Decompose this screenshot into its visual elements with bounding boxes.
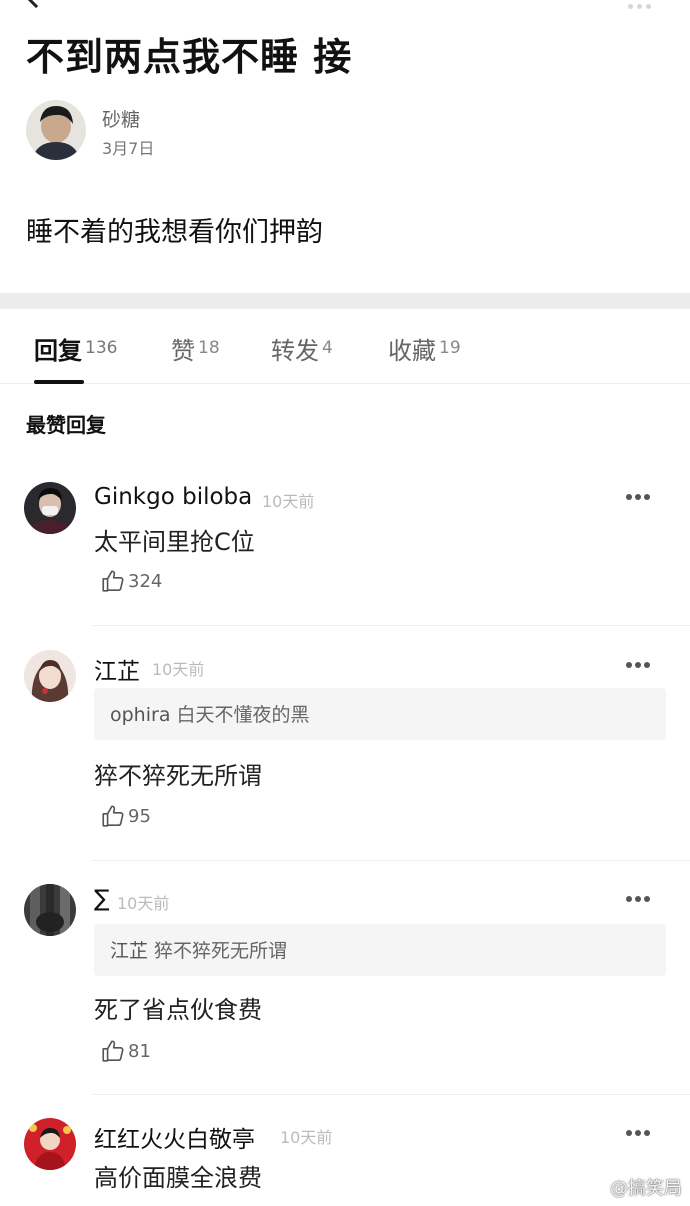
author-avatar[interactable] (26, 100, 86, 160)
post-body: 睡不着的我想看你们押韵 (26, 217, 323, 248)
comment-timestamp: 10天前 (262, 492, 315, 511)
like-button[interactable]: 95 (100, 803, 151, 831)
interaction-tabs: 回复 136 赞 18 转发 4 收藏 19 (0, 309, 690, 384)
tab-count: 19 (439, 337, 461, 358)
quoted-user: ophira (110, 704, 171, 726)
quoted-reply[interactable]: ophira 白天不懂夜的黑 (94, 688, 666, 740)
tab-label: 转发 (271, 337, 319, 365)
commenter-name[interactable]: Ginkgo biloba (94, 484, 252, 510)
like-count: 81 (128, 1040, 151, 1062)
tab-label: 赞 (171, 337, 195, 365)
post-date: 3月7日 (102, 139, 155, 158)
like-count: 95 (128, 805, 151, 827)
section-divider (0, 293, 690, 309)
commenter-avatar[interactable] (24, 482, 76, 534)
tab-count: 18 (198, 337, 220, 358)
comment-item: 江芷 10天前 ophira 白天不懂夜的黑 猝不猝死无所谓 95 (0, 638, 690, 860)
more-options-icon[interactable] (626, 494, 654, 502)
commenter-avatar[interactable] (24, 650, 76, 702)
comment-text: 猝不猝死无所谓 (94, 762, 262, 790)
tab-count: 4 (322, 337, 333, 358)
quoted-text: 猝不猝死无所谓 (154, 940, 288, 962)
comment-item: ∑ 10天前 江芷 猝不猝死无所谓 死了省点伙食费 81 (0, 872, 690, 1094)
watermark: @搞笑局 (610, 1178, 682, 1199)
thumbs-up-icon (102, 805, 124, 827)
comment-timestamp: 10天前 (152, 660, 205, 679)
tab-count: 136 (85, 337, 118, 358)
tab-replies[interactable]: 回复 136 (34, 331, 117, 383)
back-chevron-icon[interactable] (21, 0, 51, 9)
like-button[interactable]: 81 (100, 1038, 151, 1066)
comment-text: 高价面膜全浪费 (94, 1164, 262, 1192)
comment-item: 红红火火白敬亭 10天前 高价面膜全浪费 (0, 1106, 690, 1206)
active-tab-indicator (34, 380, 84, 384)
more-options-icon[interactable] (626, 662, 654, 670)
section-heading: 最赞回复 (26, 413, 106, 437)
tab-reposts[interactable]: 转发 4 (271, 331, 333, 383)
tab-label: 收藏 (388, 337, 436, 365)
commenter-name[interactable]: 红红火火白敬亭 (94, 1120, 255, 1154)
quoted-reply[interactable]: 江芷 猝不猝死无所谓 (94, 924, 666, 976)
commenter-avatar[interactable] (24, 1118, 76, 1170)
comment-text: 死了省点伙食费 (94, 996, 262, 1024)
post-title: 不到两点我不睡 接 (26, 35, 353, 79)
comment-item: Ginkgo biloba 10天前 太平间里抢C位 324 (0, 470, 690, 625)
like-count: 324 (128, 570, 163, 592)
commenter-avatar[interactable] (24, 884, 76, 936)
comment-text: 太平间里抢C位 (94, 528, 255, 556)
commenter-name[interactable]: 江芷 (94, 652, 140, 686)
thumbs-up-icon (102, 570, 124, 592)
quoted-user: 江芷 (110, 940, 149, 962)
tab-favorites[interactable]: 收藏 19 (388, 331, 461, 383)
comment-timestamp: 10天前 (280, 1128, 333, 1147)
top-more-icon[interactable] (628, 0, 658, 9)
post-detail-page: 不到两点我不睡 接 砂糖 3月7日 睡不着的我想看你们押韵 回复 136 赞 18 … (0, 0, 690, 1206)
tab-label: 回复 (34, 337, 82, 365)
more-options-icon[interactable] (626, 1130, 654, 1138)
divider (92, 1094, 690, 1095)
like-button[interactable]: 324 (100, 568, 162, 596)
quoted-text: 白天不懂夜的黑 (176, 704, 310, 726)
tab-likes[interactable]: 赞 18 (171, 331, 220, 383)
commenter-name[interactable]: ∑ (94, 886, 110, 912)
more-options-icon[interactable] (626, 896, 654, 904)
divider (92, 860, 690, 861)
author-name[interactable]: 砂糖 (102, 105, 140, 132)
thumbs-up-icon (102, 1040, 124, 1062)
comment-timestamp: 10天前 (117, 894, 170, 913)
divider (92, 625, 690, 626)
